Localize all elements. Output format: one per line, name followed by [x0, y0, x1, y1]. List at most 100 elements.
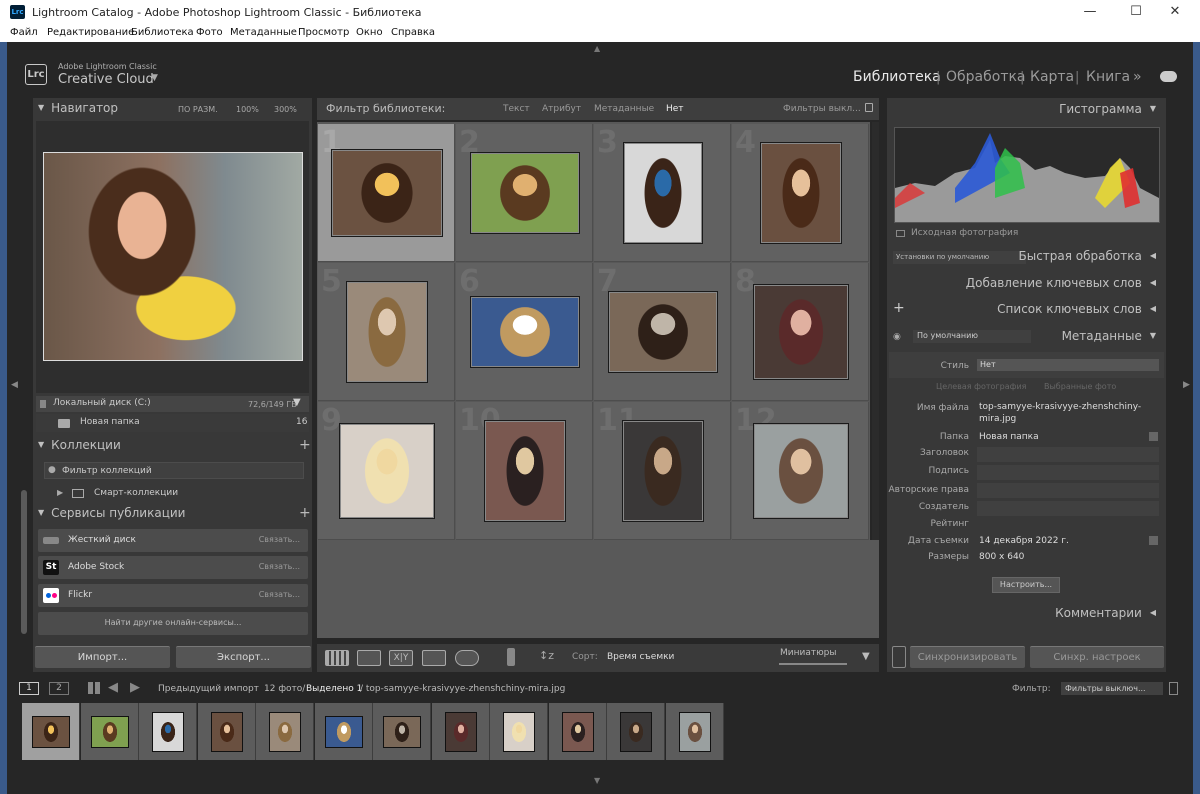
grid-cell[interactable]: 10: [456, 402, 593, 540]
title-field[interactable]: [977, 447, 1159, 462]
folder-row[interactable]: Новая папка 16: [36, 414, 309, 432]
menu-file[interactable]: Файл: [10, 27, 38, 38]
sync-settings-button[interactable]: Синхр. настроек: [1030, 646, 1164, 668]
filmstrip-thumbnail[interactable]: [503, 712, 535, 752]
bottom-panel-toggle-icon[interactable]: ▼: [594, 776, 600, 785]
service-flickr[interactable]: Flickr Связать...: [38, 584, 308, 607]
grid-cell[interactable]: 11: [594, 402, 731, 540]
forward-arrow-icon[interactable]: ▶: [130, 680, 140, 695]
filter-lock-icon[interactable]: [1169, 682, 1178, 695]
filmstrip-cell[interactable]: [665, 703, 724, 760]
target-photo-toggle[interactable]: Целевая фотография: [936, 382, 1026, 391]
grid-cell[interactable]: 4: [732, 124, 869, 262]
grid-cell[interactable]: 12: [732, 402, 869, 540]
filmstrip-cell[interactable]: [256, 703, 314, 760]
photo-thumbnail[interactable]: [608, 291, 718, 373]
left-scrollbar[interactable]: [21, 490, 27, 634]
filter-metadata[interactable]: Метаданные: [594, 104, 654, 114]
service-connect-link[interactable]: Связать...: [259, 590, 300, 599]
photo-thumbnail[interactable]: [622, 420, 704, 522]
filmstrip-cell[interactable]: [22, 703, 80, 760]
filmstrip-thumbnail[interactable]: [383, 716, 421, 748]
filmstrip-thumbnail[interactable]: [90, 716, 129, 748]
thumbnail-size-slider[interactable]: [779, 663, 847, 665]
modules-more-icon[interactable]: »: [1133, 69, 1142, 85]
people-view-icon[interactable]: [455, 650, 479, 666]
sync-button[interactable]: Синхронизировать: [910, 646, 1025, 668]
filter-none[interactable]: Нет: [666, 104, 684, 114]
export-button[interactable]: Экспорт...: [176, 646, 311, 668]
menu-library[interactable]: Библиотека: [131, 27, 194, 38]
survey-view-icon[interactable]: [422, 650, 446, 666]
filmstrip-thumbnail[interactable]: [269, 712, 301, 752]
grid-cell[interactable]: 1: [318, 124, 455, 262]
spray-can-icon[interactable]: [507, 648, 515, 666]
disk-row[interactable]: Локальный диск (C:) 72,6/149 ГБ ▼: [36, 396, 309, 412]
quick-develop-header[interactable]: Быстрая обработка ◀: [1018, 249, 1156, 269]
minimize-button[interactable]: —: [1067, 0, 1113, 25]
photo-thumbnail[interactable]: [753, 284, 849, 380]
filmstrip-thumbnail[interactable]: [210, 712, 243, 752]
copyright-field[interactable]: [977, 483, 1159, 498]
filter-select[interactable]: Фильтры выключ...: [1061, 682, 1163, 695]
filmstrip-cell[interactable]: [490, 703, 548, 760]
photo-thumbnail[interactable]: [346, 281, 428, 383]
metadata-header[interactable]: Метаданные ▼: [1062, 329, 1156, 349]
second-window-button[interactable]: 2: [49, 682, 69, 695]
collections-header[interactable]: ▼ Коллекции: [38, 438, 121, 458]
sort-direction-icon[interactable]: ↕z: [539, 649, 554, 662]
compare-view-icon[interactable]: X|Y: [389, 650, 413, 666]
zoom-300[interactable]: 300%: [274, 105, 297, 114]
module-develop[interactable]: Обработка: [946, 69, 1026, 85]
selected-photos-toggle[interactable]: Выбранные фото: [1044, 382, 1116, 391]
photo-thumbnail[interactable]: [623, 142, 703, 244]
filter-attribute[interactable]: Атрибут: [542, 104, 581, 114]
filmstrip-thumbnail[interactable]: [678, 712, 711, 752]
filmstrip-cell[interactable]: [314, 703, 373, 760]
module-book[interactable]: Книга: [1086, 69, 1130, 85]
grid-cell[interactable]: 6: [456, 263, 593, 401]
smart-collections[interactable]: ▶ Смарт-коллекции: [57, 486, 297, 502]
chevron-down-icon[interactable]: ▼: [151, 73, 158, 83]
find-services-button[interactable]: Найти другие онлайн-сервисы...: [38, 612, 308, 635]
filmstrip-cell[interactable]: [373, 703, 431, 760]
filmstrip-cell[interactable]: [607, 703, 665, 760]
metadata-preset-select[interactable]: По умолчанию: [913, 330, 1031, 343]
navigator-header[interactable]: ▼ Навигатор: [38, 101, 118, 121]
navigator-preview-image[interactable]: [43, 152, 303, 361]
module-map[interactable]: Карта: [1030, 69, 1074, 85]
photo-thumbnail[interactable]: [484, 420, 566, 522]
filter-text[interactable]: Текст: [503, 104, 530, 114]
publish-header[interactable]: ▼ Сервисы публикации: [38, 506, 185, 526]
menu-window[interactable]: Окно: [356, 27, 383, 38]
eye-icon[interactable]: ◉: [893, 332, 901, 342]
grid-cell[interactable]: 5: [318, 263, 455, 401]
menu-edit[interactable]: Редактирование: [47, 27, 134, 38]
photo-thumbnail[interactable]: [753, 423, 849, 519]
service-hard-drive[interactable]: Жесткий диск Связать...: [38, 529, 308, 552]
caption-field[interactable]: [977, 465, 1159, 480]
service-connect-link[interactable]: Связать...: [259, 535, 300, 544]
customize-button[interactable]: Настроить...: [992, 577, 1060, 593]
grid-cell[interactable]: 7: [594, 263, 731, 401]
photo-thumbnail[interactable]: [331, 149, 443, 237]
quick-develop-preset[interactable]: Установки по умолчанию: [893, 251, 1026, 264]
filmstrip-thumbnail[interactable]: [620, 712, 652, 752]
filmstrip-cell[interactable]: [139, 703, 197, 760]
grid-cell[interactable]: 3: [594, 124, 731, 262]
grid-cell[interactable]: 8: [732, 263, 869, 401]
original-photo-checkbox[interactable]: [896, 230, 905, 237]
filmstrip-thumbnail[interactable]: [32, 716, 70, 748]
filmstrip-cell[interactable]: [431, 703, 490, 760]
add-keyword-icon[interactable]: +: [893, 300, 905, 316]
close-button[interactable]: ✕: [1152, 0, 1198, 25]
keyword-list-header[interactable]: Список ключевых слов ◀: [997, 302, 1156, 322]
filename-value-line2[interactable]: mira.jpg: [979, 414, 1016, 424]
filmstrip-thumbnail[interactable]: [444, 712, 477, 752]
photo-thumbnail[interactable]: [470, 296, 580, 368]
comments-header[interactable]: Комментарии ◀: [1055, 606, 1156, 626]
import-button[interactable]: Импорт...: [35, 646, 170, 668]
grid-icon[interactable]: [88, 682, 100, 694]
menu-photo[interactable]: Фото: [196, 27, 223, 38]
filmstrip-cell[interactable]: [548, 703, 607, 760]
